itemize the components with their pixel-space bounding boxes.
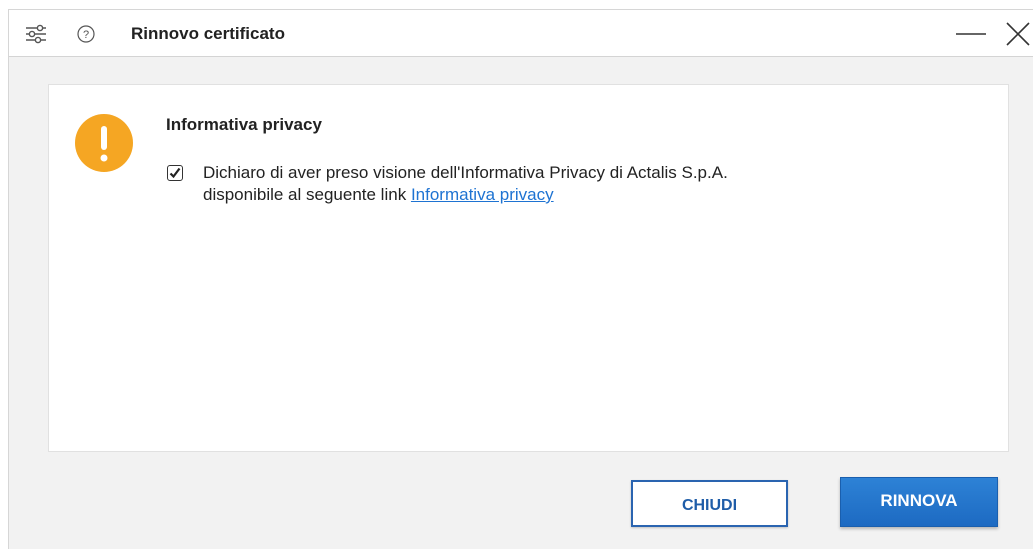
consent-text-line2: disponibile al seguente link bbox=[203, 185, 407, 204]
help-icon[interactable]: ? bbox=[77, 25, 95, 43]
consent-text-line1: Dichiaro di aver preso visione dell'Info… bbox=[203, 163, 728, 182]
close-button[interactable]: CHIUDI bbox=[631, 480, 788, 527]
privacy-consent-checkbox[interactable] bbox=[167, 165, 183, 181]
content-panel: Informativa privacy Dichiaro di aver pre… bbox=[48, 84, 1009, 452]
window-title: Rinnovo certificato bbox=[131, 24, 285, 43]
warning-icon bbox=[75, 114, 133, 172]
renew-button[interactable]: RINNOVA bbox=[840, 477, 998, 527]
close-icon bbox=[1006, 22, 1030, 46]
close-window-button[interactable] bbox=[1001, 18, 1033, 50]
settings-sliders-icon[interactable] bbox=[25, 24, 47, 44]
minimize-icon bbox=[956, 33, 986, 35]
svg-text:?: ? bbox=[83, 29, 89, 41]
section-heading: Informativa privacy bbox=[166, 115, 322, 134]
checkmark-icon bbox=[169, 167, 181, 179]
title-bar: ? Rinnovo certificato bbox=[9, 10, 1033, 57]
dialog-window: ? Rinnovo certificato Informativa privac… bbox=[8, 9, 1033, 549]
privacy-policy-link[interactable]: Informativa privacy bbox=[411, 185, 554, 204]
minimize-button[interactable] bbox=[954, 18, 988, 50]
consent-text: Dichiaro di aver preso visione dell'Info… bbox=[203, 162, 963, 206]
